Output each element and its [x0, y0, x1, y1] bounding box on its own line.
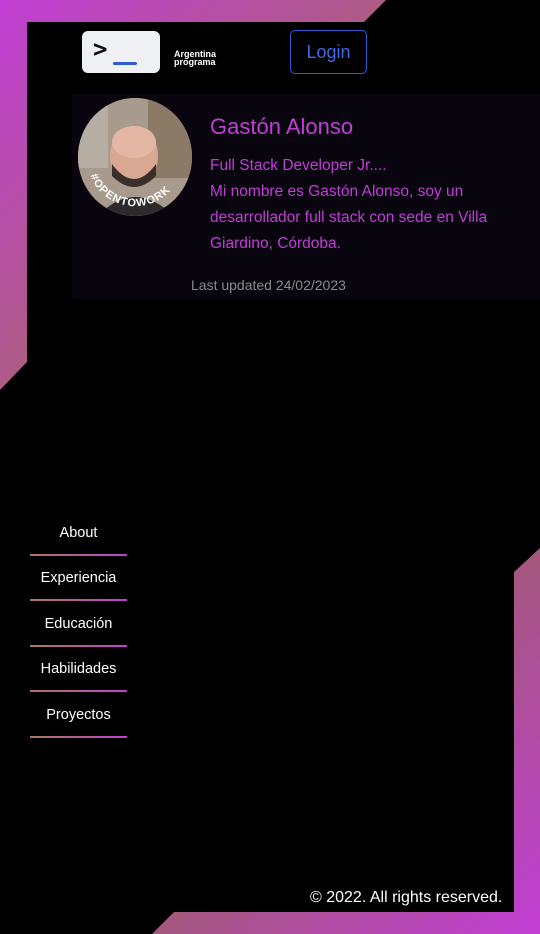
terminal-prompt-icon: >	[93, 35, 108, 63]
brand-line-2: programa	[174, 57, 216, 67]
avatar: #OPENTOWORK	[78, 98, 192, 216]
bio-line: Giardino, Córdoba.	[210, 235, 341, 252]
bio-line: Full Stack Developer Jr....	[210, 157, 387, 174]
brand-text: Argentina programa	[174, 50, 244, 67]
profile-name: Gastón Alonso	[210, 114, 354, 139]
app-logo[interactable]: >	[82, 31, 160, 73]
nav-item-experiencia[interactable]: Experiencia	[30, 557, 127, 601]
nav-item-educacion[interactable]: Educación	[30, 603, 127, 647]
section-nav: About Experiencia Educación Habilidades …	[30, 512, 127, 740]
footer-copyright: © 2022. All rights reserved.	[310, 889, 503, 906]
avatar-photo: #OPENTOWORK	[78, 98, 192, 216]
cursor-bar	[113, 62, 137, 65]
nav-item-about[interactable]: About	[30, 512, 127, 556]
profile-bio: Full Stack Developer Jr.... Mi nombre es…	[210, 153, 530, 257]
bio-line: Mi nombre es Gastón Alonso, soy un	[210, 183, 464, 200]
nav-item-habilidades[interactable]: Habilidades	[30, 648, 127, 692]
bio-line: desarrollador full stack con sede en Vil…	[210, 209, 488, 226]
last-updated: Last updated 24/02/2023	[191, 277, 346, 293]
login-button[interactable]: Login	[290, 30, 367, 74]
nav-item-proyectos[interactable]: Proyectos	[30, 694, 127, 738]
